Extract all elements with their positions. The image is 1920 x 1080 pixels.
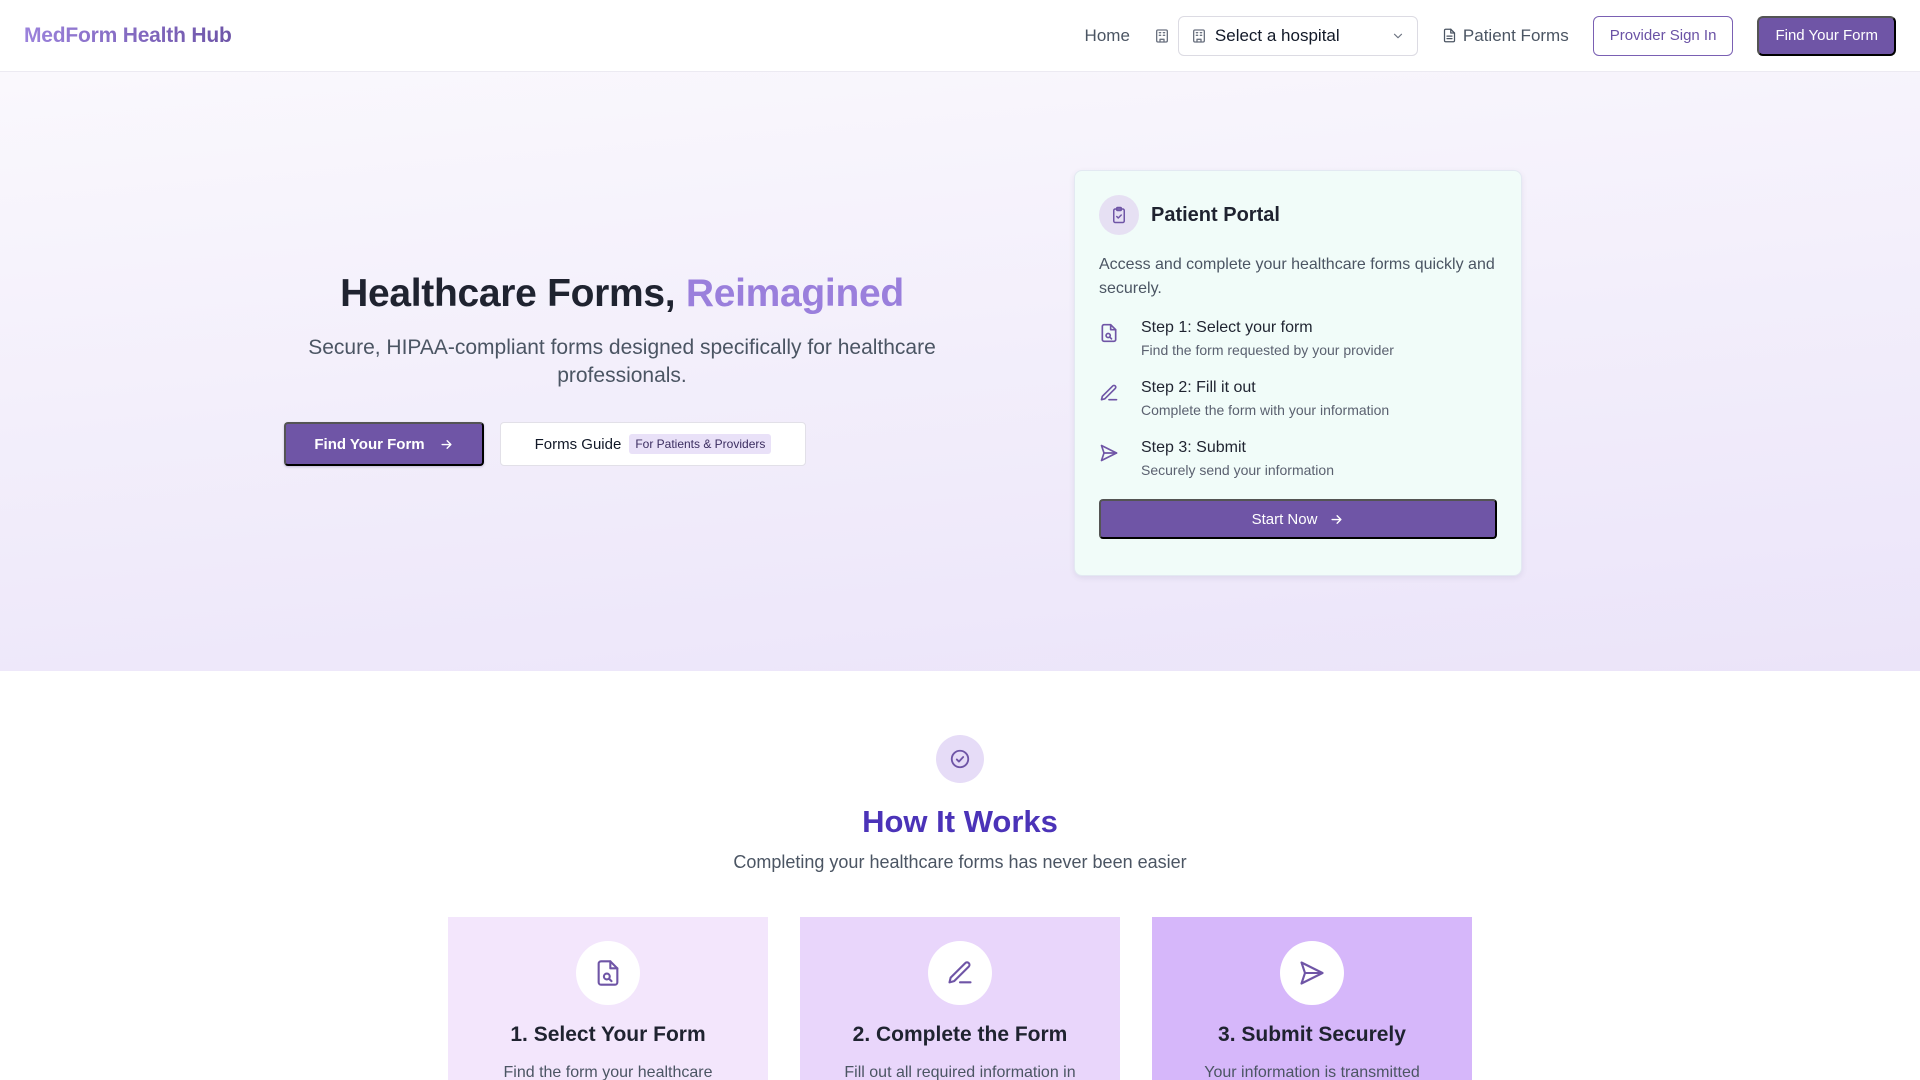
how-it-works-title: How It Works xyxy=(862,804,1058,839)
feature-card-complete: 2. Complete the Form Fill out all requir… xyxy=(800,917,1120,1080)
hero-section: Healthcare Forms, Reimagined Secure, HIP… xyxy=(0,72,1920,671)
forms-guide-label: Forms Guide xyxy=(534,435,622,453)
hospital-icon xyxy=(1154,28,1170,44)
start-now-label: Start Now xyxy=(1251,510,1318,528)
nav-patient-forms-label: Patient Forms xyxy=(1462,25,1569,45)
portal-step: Step 2: Fill it out Complete the form wi… xyxy=(1099,379,1497,423)
nav-patient-forms-link[interactable]: Patient Forms xyxy=(1442,26,1569,46)
check-circle-icon xyxy=(936,735,984,783)
hero-title: Healthcare Forms, Reimagined xyxy=(284,272,960,316)
file-search-icon xyxy=(1099,319,1123,363)
feature-text: Find the form your healthcare xyxy=(503,1064,713,1080)
feature-text: Your information is transmitted xyxy=(1204,1064,1420,1080)
step-title: Step 1: Select your form xyxy=(1141,319,1313,336)
patient-portal-card: Patient Portal Access and complete your … xyxy=(1074,170,1522,576)
hero-find-your-form-button[interactable]: Find Your Form xyxy=(284,422,484,466)
document-icon xyxy=(1442,28,1457,43)
hero-content: Healthcare Forms, Reimagined Secure, HIP… xyxy=(284,272,960,466)
hero-title-main: Healthcare Forms, xyxy=(340,272,686,315)
portal-step: Step 1: Select your form Find the form r… xyxy=(1099,319,1497,363)
provider-sign-in-button[interactable]: Provider Sign In xyxy=(1592,15,1734,56)
nav-home-link[interactable]: Home xyxy=(1085,26,1130,46)
arrow-right-icon xyxy=(439,437,454,452)
hero-cta-group: Find Your Form Forms Guide For Patients … xyxy=(284,422,806,466)
pencil-icon xyxy=(928,941,992,1005)
start-now-button[interactable]: Start Now xyxy=(1099,499,1497,539)
forms-guide-button[interactable]: Forms Guide For Patients & Providers xyxy=(500,422,806,466)
audience-badge: For Patients & Providers xyxy=(629,434,772,454)
portal-steps: Step 1: Select your form Find the form r… xyxy=(1099,319,1497,483)
hero-subtitle: Secure, HIPAA-compliant forms designed s… xyxy=(308,336,936,387)
navbar: MedForm Health Hub Home Select a hospita… xyxy=(0,0,1920,72)
send-icon xyxy=(1099,439,1123,483)
nav-find-your-form-button[interactable]: Find Your Form xyxy=(1757,15,1896,56)
arrow-right-icon xyxy=(1329,512,1344,527)
portal-title: Patient Portal xyxy=(1151,203,1280,226)
how-it-works-section: How It Works Completing your healthcare … xyxy=(0,671,1920,1080)
hero-title-accent: Reimagined xyxy=(685,272,904,315)
brand-logo[interactable]: MedForm Health Hub xyxy=(24,24,232,48)
how-it-works-subtitle: Completing your healthcare forms has nev… xyxy=(733,852,1187,872)
step-title: Step 3: Submit xyxy=(1141,439,1246,456)
step-text: Complete the form with your information xyxy=(1141,402,1390,418)
step-title: Step 2: Fill it out xyxy=(1141,379,1256,396)
feature-card-select: 1. Select Your Form Find the form your h… xyxy=(448,917,768,1080)
building-icon xyxy=(1191,28,1207,44)
chevron-down-icon xyxy=(1391,29,1405,43)
hospital-select-value: Select a hospital xyxy=(1214,25,1340,45)
nav-menu: Home Select a hospital Patient Forms Pro… xyxy=(1085,0,1896,72)
portal-header: Patient Portal xyxy=(1099,195,1497,235)
hero-find-your-form-label: Find Your Form xyxy=(314,435,425,453)
feature-title: 1. Select Your Form xyxy=(510,1023,706,1046)
portal-description: Access and complete your healthcare form… xyxy=(1099,256,1495,297)
clipboard-check-icon xyxy=(1099,195,1139,235)
portal-step: Step 3: Submit Securely send your inform… xyxy=(1099,439,1497,483)
step-text: Securely send your information xyxy=(1141,462,1334,478)
file-search-icon xyxy=(576,941,640,1005)
step-text: Find the form requested by your provider xyxy=(1141,342,1394,358)
feature-text: Fill out all required information in xyxy=(844,1064,1076,1080)
feature-card-submit: 3. Submit Securely Your information is t… xyxy=(1152,917,1472,1080)
send-icon xyxy=(1280,941,1344,1005)
feature-title: 2. Complete the Form xyxy=(852,1023,1068,1046)
hospital-select[interactable]: Select a hospital xyxy=(1177,15,1418,56)
pencil-icon xyxy=(1099,379,1123,423)
feature-title: 3. Submit Securely xyxy=(1218,1023,1406,1046)
